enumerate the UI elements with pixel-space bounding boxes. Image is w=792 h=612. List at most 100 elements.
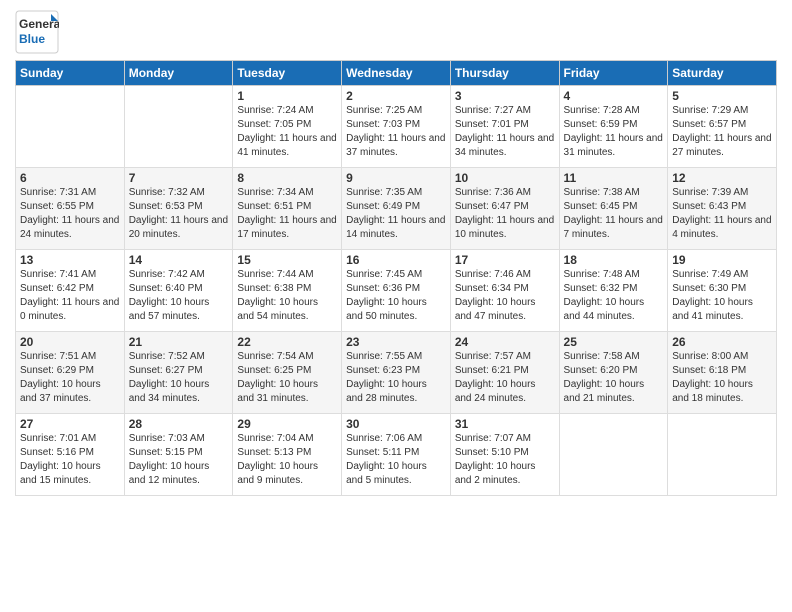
day-number: 13 [20, 253, 120, 267]
day-number: 7 [129, 171, 229, 185]
day-number: 26 [672, 335, 772, 349]
day-number: 20 [20, 335, 120, 349]
day-info: Sunrise: 7:41 AMSunset: 6:42 PMDaylight:… [20, 269, 119, 322]
calendar-cell: 28 Sunrise: 7:03 AMSunset: 5:15 PMDaylig… [124, 414, 233, 496]
day-info: Sunrise: 7:25 AMSunset: 7:03 PMDaylight:… [346, 105, 445, 158]
day-info: Sunrise: 7:45 AMSunset: 6:36 PMDaylight:… [346, 269, 427, 322]
day-info: Sunrise: 7:27 AMSunset: 7:01 PMDaylight:… [455, 105, 554, 158]
calendar-cell: 14 Sunrise: 7:42 AMSunset: 6:40 PMDaylig… [124, 250, 233, 332]
day-info: Sunrise: 7:34 AMSunset: 6:51 PMDaylight:… [237, 187, 336, 240]
day-info: Sunrise: 7:06 AMSunset: 5:11 PMDaylight:… [346, 433, 427, 486]
day-number: 29 [237, 417, 337, 431]
day-info: Sunrise: 7:51 AMSunset: 6:29 PMDaylight:… [20, 351, 101, 404]
day-info: Sunrise: 7:04 AMSunset: 5:13 PMDaylight:… [237, 433, 318, 486]
day-info: Sunrise: 7:29 AMSunset: 6:57 PMDaylight:… [672, 105, 771, 158]
day-info: Sunrise: 7:57 AMSunset: 6:21 PMDaylight:… [455, 351, 536, 404]
calendar-week-row: 27 Sunrise: 7:01 AMSunset: 5:16 PMDaylig… [16, 414, 777, 496]
calendar-cell: 8 Sunrise: 7:34 AMSunset: 6:51 PMDayligh… [233, 168, 342, 250]
calendar-cell: 21 Sunrise: 7:52 AMSunset: 6:27 PMDaylig… [124, 332, 233, 414]
calendar-cell [124, 86, 233, 168]
col-monday: Monday [124, 61, 233, 86]
day-number: 8 [237, 171, 337, 185]
day-number: 30 [346, 417, 446, 431]
day-info: Sunrise: 7:52 AMSunset: 6:27 PMDaylight:… [129, 351, 210, 404]
calendar-cell: 2 Sunrise: 7:25 AMSunset: 7:03 PMDayligh… [342, 86, 451, 168]
day-info: Sunrise: 8:00 AMSunset: 6:18 PMDaylight:… [672, 351, 753, 404]
day-info: Sunrise: 7:35 AMSunset: 6:49 PMDaylight:… [346, 187, 445, 240]
page: General Blue Sunday Monday Tuesday Wedne… [0, 0, 792, 612]
day-number: 23 [346, 335, 446, 349]
day-number: 10 [455, 171, 555, 185]
day-info: Sunrise: 7:49 AMSunset: 6:30 PMDaylight:… [672, 269, 753, 322]
day-number: 24 [455, 335, 555, 349]
col-friday: Friday [559, 61, 668, 86]
calendar-cell: 16 Sunrise: 7:45 AMSunset: 6:36 PMDaylig… [342, 250, 451, 332]
day-info: Sunrise: 7:54 AMSunset: 6:25 PMDaylight:… [237, 351, 318, 404]
calendar-cell: 18 Sunrise: 7:48 AMSunset: 6:32 PMDaylig… [559, 250, 668, 332]
day-number: 9 [346, 171, 446, 185]
day-info: Sunrise: 7:39 AMSunset: 6:43 PMDaylight:… [672, 187, 771, 240]
day-number: 17 [455, 253, 555, 267]
day-number: 16 [346, 253, 446, 267]
col-tuesday: Tuesday [233, 61, 342, 86]
day-number: 14 [129, 253, 229, 267]
calendar-cell: 15 Sunrise: 7:44 AMSunset: 6:38 PMDaylig… [233, 250, 342, 332]
calendar-cell [559, 414, 668, 496]
day-number: 25 [564, 335, 664, 349]
calendar-cell: 19 Sunrise: 7:49 AMSunset: 6:30 PMDaylig… [668, 250, 777, 332]
col-saturday: Saturday [668, 61, 777, 86]
svg-text:Blue: Blue [19, 32, 45, 46]
calendar-cell: 27 Sunrise: 7:01 AMSunset: 5:16 PMDaylig… [16, 414, 125, 496]
day-number: 12 [672, 171, 772, 185]
calendar-week-row: 1 Sunrise: 7:24 AMSunset: 7:05 PMDayligh… [16, 86, 777, 168]
day-number: 28 [129, 417, 229, 431]
day-info: Sunrise: 7:46 AMSunset: 6:34 PMDaylight:… [455, 269, 536, 322]
calendar-cell: 7 Sunrise: 7:32 AMSunset: 6:53 PMDayligh… [124, 168, 233, 250]
day-number: 22 [237, 335, 337, 349]
day-number: 4 [564, 89, 664, 103]
day-info: Sunrise: 7:48 AMSunset: 6:32 PMDaylight:… [564, 269, 645, 322]
day-info: Sunrise: 7:58 AMSunset: 6:20 PMDaylight:… [564, 351, 645, 404]
calendar-cell: 20 Sunrise: 7:51 AMSunset: 6:29 PMDaylig… [16, 332, 125, 414]
day-number: 31 [455, 417, 555, 431]
day-number: 15 [237, 253, 337, 267]
calendar-cell: 10 Sunrise: 7:36 AMSunset: 6:47 PMDaylig… [450, 168, 559, 250]
col-sunday: Sunday [16, 61, 125, 86]
day-info: Sunrise: 7:42 AMSunset: 6:40 PMDaylight:… [129, 269, 210, 322]
day-info: Sunrise: 7:31 AMSunset: 6:55 PMDaylight:… [20, 187, 119, 240]
calendar-cell: 11 Sunrise: 7:38 AMSunset: 6:45 PMDaylig… [559, 168, 668, 250]
calendar-week-row: 6 Sunrise: 7:31 AMSunset: 6:55 PMDayligh… [16, 168, 777, 250]
calendar-cell: 5 Sunrise: 7:29 AMSunset: 6:57 PMDayligh… [668, 86, 777, 168]
calendar-cell: 30 Sunrise: 7:06 AMSunset: 5:11 PMDaylig… [342, 414, 451, 496]
day-info: Sunrise: 7:32 AMSunset: 6:53 PMDaylight:… [129, 187, 228, 240]
day-number: 21 [129, 335, 229, 349]
calendar-cell: 6 Sunrise: 7:31 AMSunset: 6:55 PMDayligh… [16, 168, 125, 250]
header-row: Sunday Monday Tuesday Wednesday Thursday… [16, 61, 777, 86]
day-number: 19 [672, 253, 772, 267]
calendar-cell: 25 Sunrise: 7:58 AMSunset: 6:20 PMDaylig… [559, 332, 668, 414]
calendar-cell: 22 Sunrise: 7:54 AMSunset: 6:25 PMDaylig… [233, 332, 342, 414]
day-info: Sunrise: 7:24 AMSunset: 7:05 PMDaylight:… [237, 105, 336, 158]
day-number: 2 [346, 89, 446, 103]
calendar-week-row: 13 Sunrise: 7:41 AMSunset: 6:42 PMDaylig… [16, 250, 777, 332]
day-info: Sunrise: 7:28 AMSunset: 6:59 PMDaylight:… [564, 105, 663, 158]
day-number: 27 [20, 417, 120, 431]
calendar-cell [668, 414, 777, 496]
logo-svg: General Blue [15, 10, 59, 54]
calendar-cell: 23 Sunrise: 7:55 AMSunset: 6:23 PMDaylig… [342, 332, 451, 414]
header: General Blue [15, 10, 777, 54]
day-info: Sunrise: 7:55 AMSunset: 6:23 PMDaylight:… [346, 351, 427, 404]
day-number: 5 [672, 89, 772, 103]
calendar-cell [16, 86, 125, 168]
calendar-cell: 12 Sunrise: 7:39 AMSunset: 6:43 PMDaylig… [668, 168, 777, 250]
calendar-cell: 17 Sunrise: 7:46 AMSunset: 6:34 PMDaylig… [450, 250, 559, 332]
day-info: Sunrise: 7:07 AMSunset: 5:10 PMDaylight:… [455, 433, 536, 486]
calendar-cell: 26 Sunrise: 8:00 AMSunset: 6:18 PMDaylig… [668, 332, 777, 414]
day-info: Sunrise: 7:01 AMSunset: 5:16 PMDaylight:… [20, 433, 101, 486]
col-wednesday: Wednesday [342, 61, 451, 86]
day-number: 18 [564, 253, 664, 267]
calendar-cell: 1 Sunrise: 7:24 AMSunset: 7:05 PMDayligh… [233, 86, 342, 168]
calendar-cell: 31 Sunrise: 7:07 AMSunset: 5:10 PMDaylig… [450, 414, 559, 496]
day-info: Sunrise: 7:44 AMSunset: 6:38 PMDaylight:… [237, 269, 318, 322]
calendar-cell: 13 Sunrise: 7:41 AMSunset: 6:42 PMDaylig… [16, 250, 125, 332]
